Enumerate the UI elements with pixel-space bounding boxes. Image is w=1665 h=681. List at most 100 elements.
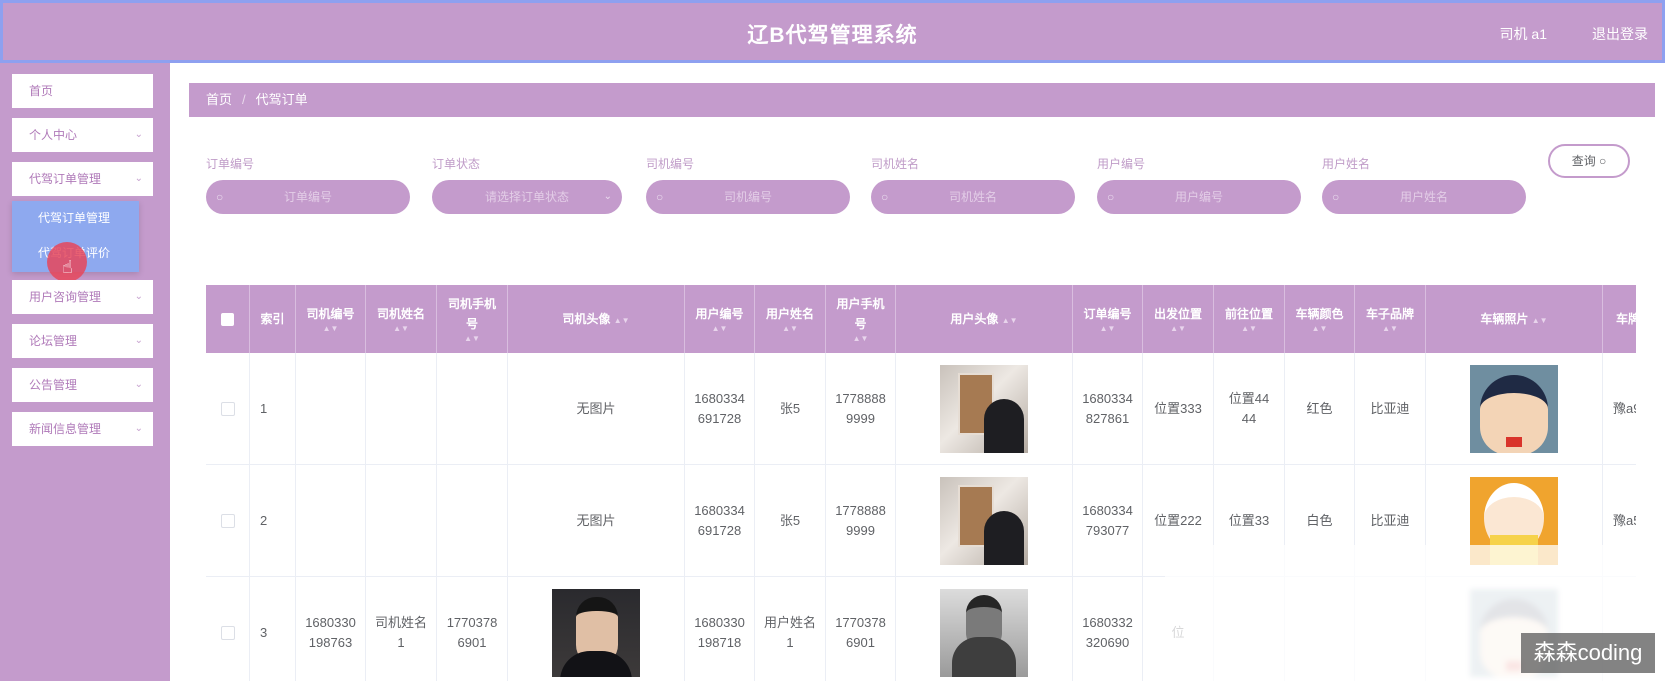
sidebar-item-label: 个人中心 bbox=[29, 128, 78, 142]
cell-user-name: 张5 bbox=[755, 353, 826, 464]
search-icon: ○ bbox=[1332, 190, 1340, 204]
user-name-label: 用户姓名 bbox=[1322, 157, 1371, 171]
breadcrumb-current: 代驾订单 bbox=[255, 92, 308, 107]
cell-driver-no bbox=[296, 465, 366, 576]
col-driver-no[interactable]: 司机编号 ▲▼ bbox=[296, 285, 366, 353]
sidebar-item-label: 论坛管理 bbox=[29, 334, 78, 348]
col-index: 索引 bbox=[250, 285, 296, 353]
sort-icon: ▲▼ bbox=[1531, 316, 1548, 325]
sort-icon: ▲▼ bbox=[1241, 324, 1257, 333]
cell-user-name: 用户姓名1 bbox=[764, 614, 817, 650]
sidebar-item-consult-management[interactable]: 用户咨询管理 ⌄ bbox=[12, 280, 153, 314]
top-header: 辽B代驾管理系统 司机 a1 退出登录 bbox=[0, 0, 1665, 63]
col-color[interactable]: 车辆颜色 ▲▼ bbox=[1285, 285, 1355, 353]
driver-no-label: 司机编号 bbox=[646, 157, 695, 171]
cell-user-phone: 17703786901 bbox=[835, 614, 886, 650]
user-avatar-image[interactable] bbox=[940, 364, 1028, 453]
watermark: 森森coding bbox=[1521, 633, 1655, 673]
cell-index: 2 bbox=[250, 465, 296, 576]
chevron-down-icon: ⌄ bbox=[134, 335, 143, 346]
cell-user-no: 1680330198718 bbox=[694, 614, 745, 650]
order-no-input[interactable]: ○ 订单编号 bbox=[206, 180, 410, 214]
col-user-name[interactable]: 用户姓名 ▲▼ bbox=[755, 285, 826, 353]
sidebar-item-news-management[interactable]: 新闻信息管理 ⌄ bbox=[12, 412, 153, 446]
driver-no-input[interactable]: ○ 司机编号 bbox=[646, 180, 850, 214]
submenu-item-orders[interactable]: 代驾订单管理 bbox=[12, 201, 139, 236]
row-checkbox[interactable] bbox=[220, 625, 235, 640]
row-checkbox[interactable] bbox=[220, 513, 235, 528]
table-header: 索引 司机编号 ▲▼ 司机姓名 ▲▼ 司机手机号 ▲▼ 司机头像 ▲▼ 用户编号 ▲▼ … bbox=[206, 285, 1636, 353]
cell-driver-phone bbox=[437, 465, 508, 576]
col-driver-name[interactable]: 司机姓名 ▲▼ bbox=[366, 285, 437, 353]
cell-order-no: 1680334793077 bbox=[1082, 502, 1133, 538]
sort-icon: ▲▼ bbox=[1099, 324, 1116, 333]
col-user-phone[interactable]: 用户手机号 ▲▼ bbox=[826, 285, 896, 353]
search-icon: ○ bbox=[1107, 190, 1115, 204]
hand-pointer-icon: ☝ bbox=[62, 257, 73, 277]
col-user-avatar[interactable]: 用户头像 ▲▼ bbox=[896, 285, 1073, 353]
cell-driver-phone: 17703786901 bbox=[446, 614, 498, 650]
sort-icon: ▲▼ bbox=[322, 324, 339, 333]
cell-from: 位置333 bbox=[1143, 353, 1214, 464]
select-all-checkbox[interactable] bbox=[221, 312, 234, 326]
user-name-input[interactable]: ○ 用户姓名 bbox=[1322, 180, 1526, 214]
order-no-label: 订单编号 bbox=[206, 157, 255, 171]
chevron-down-icon: ⌄ bbox=[134, 423, 143, 434]
cell-color: 红色 bbox=[1285, 353, 1355, 464]
sort-icon: ▲▼ bbox=[464, 334, 480, 343]
sidebar-item-forum-management[interactable]: 论坛管理 ⌄ bbox=[12, 324, 153, 358]
sidebar-item-order-management[interactable]: 代驾订单管理 ⌄ bbox=[12, 162, 153, 196]
order-status-select[interactable]: 请选择订单状态 ⌄ bbox=[432, 180, 622, 214]
row-checkbox[interactable] bbox=[220, 401, 235, 416]
cell-user-name: 张5 bbox=[755, 465, 826, 576]
sidebar-item-label: 用户咨询管理 bbox=[29, 290, 102, 304]
user-avatar-image[interactable] bbox=[940, 476, 1028, 565]
chevron-down-icon: ⌄ bbox=[134, 173, 143, 184]
search-icon: ○ bbox=[1599, 154, 1607, 168]
sidebar-item-notice-management[interactable]: 公告管理 ⌄ bbox=[12, 368, 153, 402]
sort-icon: ▲▼ bbox=[1001, 316, 1018, 325]
col-to[interactable]: 前往位置 ▲▼ bbox=[1214, 285, 1285, 353]
col-order-no[interactable]: 订单编号 ▲▼ bbox=[1073, 285, 1143, 353]
cell-index: 1 bbox=[250, 353, 296, 464]
user-avatar-image[interactable] bbox=[940, 588, 1028, 677]
col-vehicle-photo[interactable]: 车辆照片 ▲▼ bbox=[1426, 285, 1603, 353]
chevron-down-icon: ⌄ bbox=[603, 191, 612, 202]
logout-link[interactable]: 退出登录 bbox=[1592, 24, 1648, 44]
sidebar-item-label: 公告管理 bbox=[29, 378, 78, 392]
sort-icon: ▲▼ bbox=[1311, 324, 1328, 333]
current-user[interactable]: 司机 a1 bbox=[1500, 24, 1547, 44]
cell-driver-name bbox=[366, 353, 437, 464]
sort-icon: ▲▼ bbox=[782, 324, 798, 333]
chevron-down-icon: ⌄ bbox=[134, 379, 143, 390]
vehicle-photo-image[interactable] bbox=[1470, 364, 1558, 453]
search-icon: ○ bbox=[216, 190, 224, 204]
col-driver-avatar[interactable]: 司机头像 ▲▼ bbox=[508, 285, 685, 353]
col-driver-phone[interactable]: 司机手机号 ▲▼ bbox=[437, 285, 508, 353]
user-no-label: 用户编号 bbox=[1097, 157, 1146, 171]
col-user-no[interactable]: 用户编号 ▲▼ bbox=[685, 285, 755, 353]
query-button[interactable]: 查询 ○ bbox=[1548, 144, 1630, 178]
cell-driver-name: 司机姓名1 bbox=[375, 614, 428, 650]
sidebar-item-home[interactable]: 首页 bbox=[12, 74, 153, 108]
cell-user-no: 1680334691728 bbox=[694, 502, 745, 538]
cell-driver-phone bbox=[437, 353, 508, 464]
breadcrumb-home[interactable]: 首页 bbox=[206, 92, 232, 107]
col-brand[interactable]: 车子品牌 ▲▼ bbox=[1355, 285, 1426, 353]
col-from[interactable]: 出发位置 ▲▼ bbox=[1143, 285, 1214, 353]
table-row[interactable]: 1 无图片 1680334691728 张5 17788889999 16803… bbox=[206, 353, 1636, 465]
driver-avatar-image[interactable] bbox=[552, 588, 640, 677]
cell-driver-no: 1680330198763 bbox=[305, 614, 356, 650]
cell-user-phone: 17788889999 bbox=[835, 390, 886, 426]
cell-user-no: 1680334691728 bbox=[694, 390, 745, 426]
driver-name-input[interactable]: ○ 司机姓名 bbox=[871, 180, 1075, 214]
user-no-input[interactable]: ○ 用户编号 bbox=[1097, 180, 1301, 214]
search-icon: ○ bbox=[881, 190, 889, 204]
cell-order-no: 1680334827861 bbox=[1082, 390, 1133, 426]
sidebar-item-personal-center[interactable]: 个人中心 ⌄ bbox=[12, 118, 153, 152]
search-icon: ○ bbox=[656, 190, 664, 204]
col-plate[interactable]: 车牌 bbox=[1603, 285, 1636, 353]
chevron-down-icon: ⌄ bbox=[134, 291, 143, 302]
sidebar-item-label: 新闻信息管理 bbox=[29, 422, 102, 436]
breadcrumb: 首页 / 代驾订单 bbox=[189, 83, 1655, 117]
